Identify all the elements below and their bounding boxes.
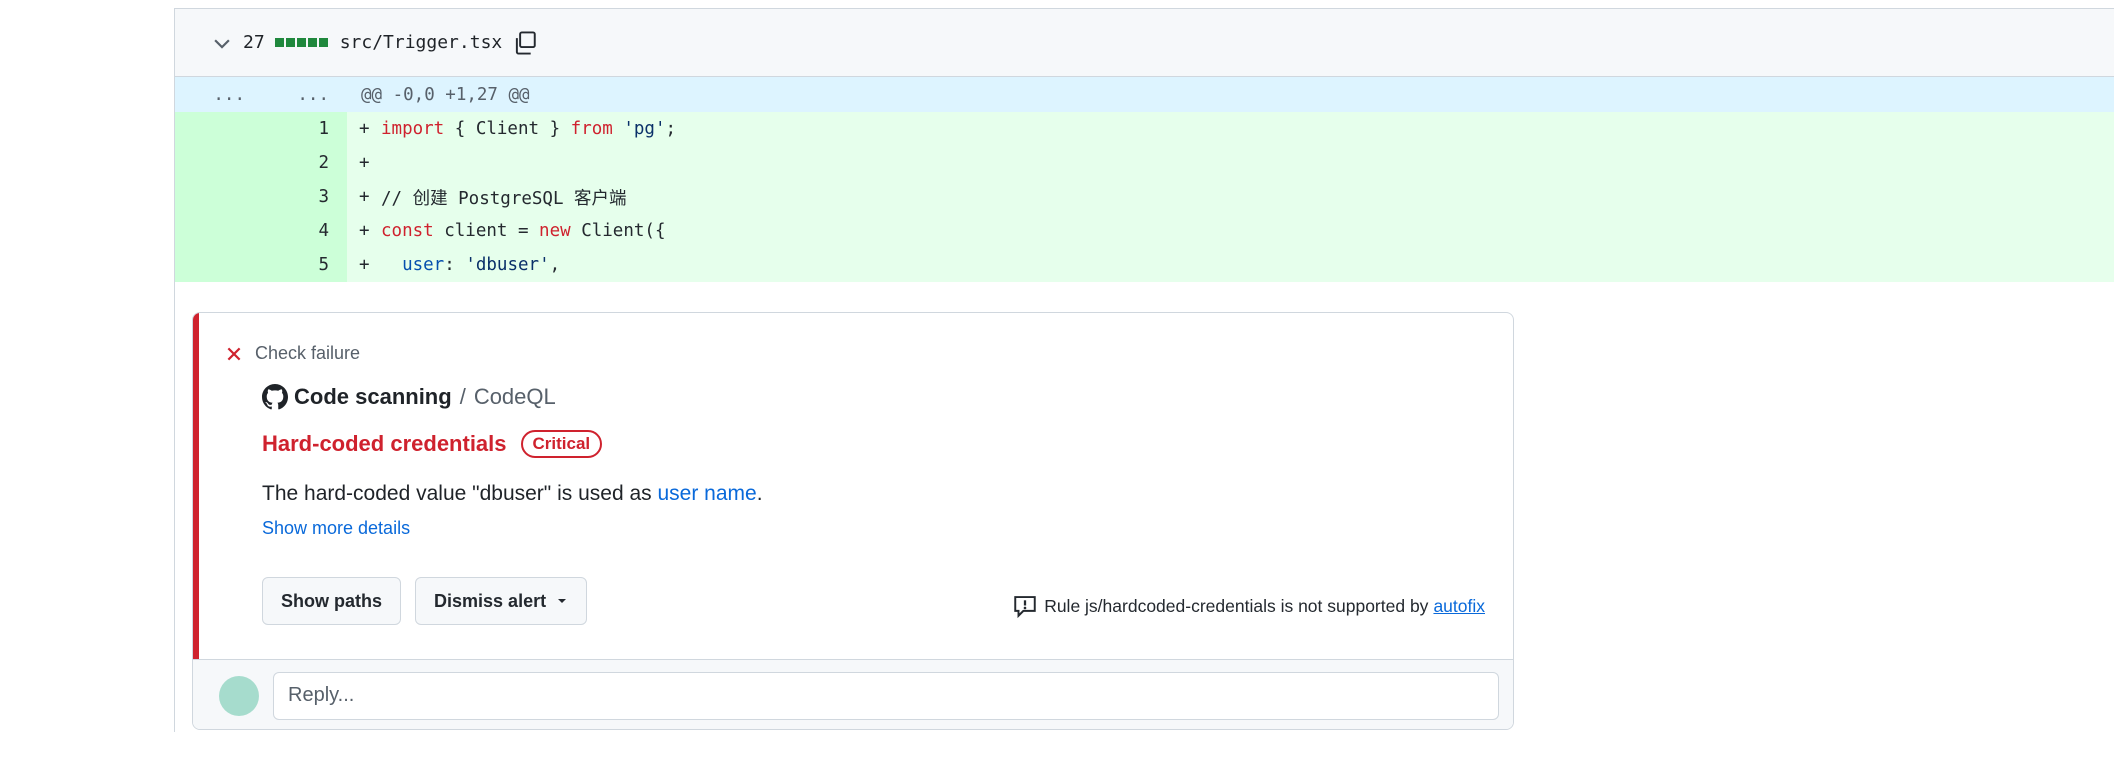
autofix-link[interactable]: autofix: [1433, 596, 1485, 617]
tool-line: Code scanning / CodeQL: [262, 384, 1513, 410]
tool-sub: CodeQL: [473, 384, 556, 409]
tool-separator: /: [459, 384, 466, 409]
alert-body: Check failure Code scanning / CodeQL Har…: [193, 313, 1513, 659]
new-line-number[interactable]: 1: [255, 112, 347, 146]
changes-count: 27: [243, 32, 265, 53]
avatar: [219, 675, 259, 716]
old-line-number: [175, 112, 255, 146]
check-status-label: Check failure: [255, 343, 361, 363]
old-line-number: [175, 248, 255, 282]
old-line-number: [175, 146, 255, 180]
code-line: user: 'dbuser',: [402, 255, 561, 275]
old-line-number: [175, 214, 255, 248]
reply-area: [193, 659, 1513, 729]
reply-input[interactable]: [273, 671, 1499, 720]
chevron-down-icon[interactable]: [211, 32, 233, 54]
x-icon: [227, 347, 241, 360]
diff-line[interactable]: 1 + import { Client } from 'pg';: [175, 112, 2114, 146]
autofix-notice: Rule js/hardcoded-credentials is not sup…: [1012, 593, 1485, 619]
code-line: // 创建 PostgreSQL 客户端: [381, 188, 627, 209]
old-line-number: [175, 180, 255, 214]
user-name-link[interactable]: user name: [657, 482, 756, 505]
diff-sign: +: [359, 153, 370, 173]
new-line-number[interactable]: 2: [255, 146, 347, 180]
notice-text: Rule js/hardcoded-credentials is not sup…: [1044, 595, 1429, 616]
code-line: import { Client } from 'pg';: [381, 119, 677, 139]
github-icon: [262, 384, 288, 410]
copy-icon[interactable]: [512, 30, 538, 56]
expand-right-marker[interactable]: ...: [255, 85, 347, 105]
show-paths-button[interactable]: Show paths: [262, 577, 402, 625]
code-scanning-alert: Check failure Code scanning / CodeQL Har…: [192, 312, 1514, 730]
diff-line[interactable]: 2 +: [175, 146, 2114, 180]
diff-sign: +: [359, 255, 370, 275]
diff-sign: +: [359, 221, 370, 241]
diff-table: ... ... @@ -0,0 +1,27 @@ 1 + import { Cl…: [175, 77, 2114, 282]
diff-sign: +: [359, 119, 370, 139]
file-name[interactable]: src/Trigger.tsx: [340, 32, 503, 53]
hunk-row[interactable]: ... ... @@ -0,0 +1,27 @@: [175, 77, 2114, 112]
diff-line[interactable]: 4 + const client = new Client({: [175, 214, 2114, 248]
show-more-details-link[interactable]: Show more details: [262, 518, 1513, 539]
check-status: Check failure: [225, 343, 1513, 364]
dismiss-alert-button[interactable]: Dismiss alert: [415, 577, 588, 625]
alert-actions: Show paths Dismiss alert: [262, 577, 588, 625]
diff-line[interactable]: 3 + // 创建 PostgreSQL 客户端: [175, 180, 2114, 214]
new-line-number[interactable]: 3: [255, 180, 347, 214]
new-line-number[interactable]: 4: [255, 214, 347, 248]
hunk-header: @@ -0,0 +1,27 @@: [361, 84, 530, 105]
diff-sign: +: [359, 187, 370, 207]
rule-title[interactable]: Hard-coded credentials: [262, 431, 507, 457]
file-header[interactable]: 27 src/Trigger.tsx: [175, 9, 2114, 77]
diffstat-blocks: [274, 38, 328, 47]
report-icon: [1014, 596, 1036, 619]
new-line-number[interactable]: 5: [255, 248, 347, 282]
code-line: const client = new Client({: [381, 221, 666, 241]
tool-name: Code scanning: [294, 384, 452, 409]
rule-line: Hard-coded credentials Critical: [262, 430, 1513, 458]
alert-description: The hard-coded value "dbuser" is used as…: [262, 482, 763, 505]
diff-line[interactable]: 5 + user: 'dbuser',: [175, 248, 2114, 282]
expand-left-marker[interactable]: ...: [175, 85, 255, 105]
severity-badge: Critical: [520, 430, 603, 458]
triangle-down-icon: [558, 599, 567, 603]
